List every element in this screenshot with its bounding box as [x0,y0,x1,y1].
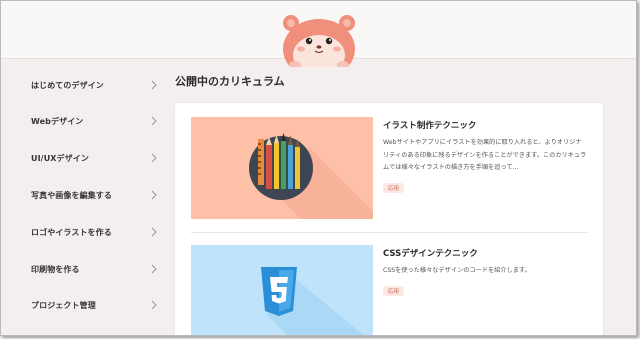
sidebar-item-project-management[interactable]: プロジェクト管理 [31,295,159,315]
course-description: Webサイトやアプリにイラストを効果的に取り入れると、よりオリジナリティのある印… [383,139,587,171]
course-item-css[interactable]: CSSデザインテクニック CSSを使った様々なデザインのコードを紹介します。 応… [191,245,587,335]
course-info: イラスト制作テクニック Webサイトやアプリにイラストを効果的に取り入れると、よ… [383,117,587,194]
page-frame: はじめてのデザイン Webデザイン UI/UXデザイン 写真や画像を編集する ロ… [0,0,637,336]
sidebar-item-label: はじめてのデザイン [31,80,104,90]
pens-and-brushes-icon [249,133,373,219]
chevron-right-icon [151,153,157,163]
level-tag: 応用 [383,285,405,296]
css3-logo-icon [261,267,364,335]
chevron-right-icon [151,227,157,237]
sidebar-item-logo-illustration[interactable]: ロゴやイラストを作る [31,222,159,242]
chevron-right-icon [151,190,157,200]
sidebar-item-label: ロゴやイラストを作る [31,227,112,237]
course-item-illustration[interactable]: イラスト制作テクニック Webサイトやアプリにイラストを効果的に取り入れると、よ… [191,117,587,221]
curriculum-card: イラスト制作テクニック Webサイトやアプリにイラストを効果的に取り入れると、よ… [175,103,603,335]
chevron-right-icon [151,264,157,274]
sidebar-item-print[interactable]: 印刷物を作る [31,259,159,279]
sidebar-item-label: Webデザイン [31,116,84,126]
sidebar-item-web-design[interactable]: Webデザイン [31,111,159,131]
sidebar-item-uiux-design[interactable]: UI/UXデザイン [31,148,159,168]
course-description: CSSを使った様々なデザインのコードを紹介します。 [383,267,531,274]
course-title[interactable]: イラスト制作テクニック [383,119,587,131]
course-title[interactable]: CSSデザインテクニック [383,247,587,259]
level-tag: 応用 [383,182,405,193]
course-thumbnail[interactable] [191,245,373,335]
sidebar-item-intro-design[interactable]: はじめてのデザイン [31,75,159,95]
sidebar-item-photo-editing[interactable]: 写真や画像を編集する [31,185,159,205]
chevron-right-icon [151,80,157,90]
course-info: CSSデザインテクニック CSSを使った様々なデザインのコードを紹介します。 応… [383,245,587,297]
chevron-right-icon [151,116,157,126]
hamster-mascot-icon [283,15,355,67]
chevron-right-icon [151,300,157,310]
sidebar-nav: はじめてのデザイン Webデザイン UI/UXデザイン 写真や画像を編集する ロ… [1,63,169,335]
sidebar-item-label: 写真や画像を編集する [31,190,112,200]
section-title: 公開中のカリキュラム [175,75,285,88]
sidebar-item-label: プロジェクト管理 [31,300,96,310]
sidebar-item-label: 印刷物を作る [31,264,80,274]
course-thumbnail[interactable] [191,117,373,219]
course-divider [191,232,587,233]
sidebar-item-label: UI/UXデザイン [31,153,89,163]
